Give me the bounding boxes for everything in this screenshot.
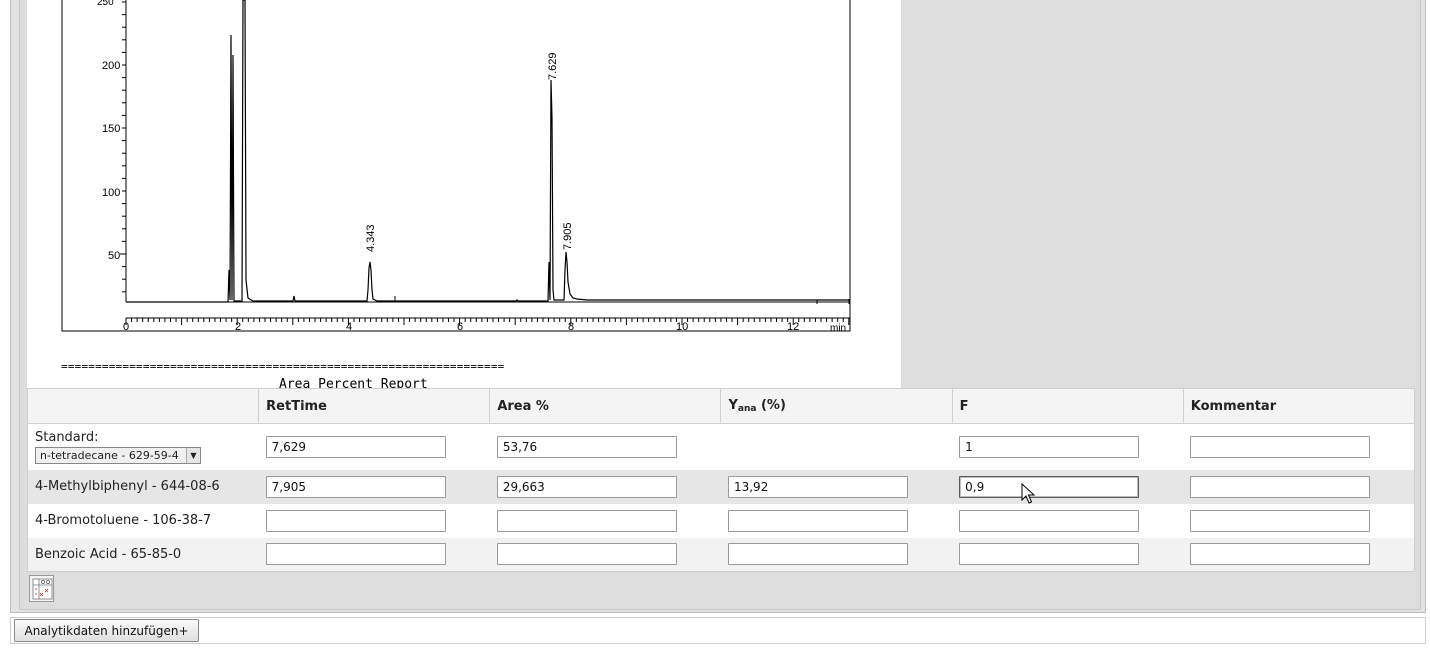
peak-label: 7.905: [562, 222, 574, 250]
cell-area: [489, 503, 721, 538]
cell-rettime: [258, 537, 490, 572]
chevron-down-icon[interactable]: ▼: [186, 447, 200, 463]
peak-label: 4.343: [365, 224, 377, 252]
standard-label: Standard:: [35, 429, 99, 445]
cell-f: [952, 537, 1184, 572]
mouse-pointer-icon: [1021, 483, 1035, 504]
kommentar-input[interactable]: [1190, 509, 1371, 532]
cell-kommentar: [1183, 503, 1415, 538]
area-input[interactable]: [496, 509, 677, 532]
cell-yana: [720, 537, 953, 572]
yana-input[interactable]: [727, 543, 908, 566]
f-input[interactable]: [959, 435, 1140, 458]
table-row: 4-Bromotoluene - 106-38-7: [27, 503, 1415, 538]
report-separator: ========================================…: [61, 360, 505, 373]
bottom-bar: [10, 617, 1426, 644]
header-area: Area %: [489, 388, 721, 424]
header-rettime: RetTime: [258, 388, 490, 424]
header-yana: Yana (%): [720, 388, 953, 424]
standard-select-value: n-tetradecane - 629-59-4: [40, 448, 179, 462]
kommentar-input[interactable]: [1190, 543, 1371, 566]
compound-name: Benzoic Acid - 65-85-0: [27, 537, 259, 572]
y-tick-label: 250: [97, 0, 114, 8]
header-compound: [27, 388, 259, 424]
area-input[interactable]: [496, 543, 677, 566]
cell-f: [952, 503, 1184, 538]
yana-input[interactable]: [727, 475, 908, 498]
table-header-row: RetTime Area % Yana (%) F Kommentar: [27, 388, 1415, 424]
kommentar-input[interactable]: [1190, 475, 1371, 498]
chromatogram-panel: 250 200 150 100 50 0 2 4 6 8 10 12 min 4…: [27, 0, 901, 389]
x-tick-label: 8: [568, 321, 574, 333]
cell-kommentar: [1183, 423, 1415, 470]
cell-kommentar: [1183, 469, 1415, 504]
area-input[interactable]: [496, 435, 677, 458]
y-tick-label: 50: [108, 250, 120, 262]
table-row: 4-Methylbiphenyl - 644-08-6: [27, 469, 1415, 504]
kommentar-input[interactable]: [1190, 435, 1371, 458]
y-tick-group: [120, 1, 126, 293]
table-row-standard: Standard: n-tetradecane - 629-59-4 ▼: [27, 423, 1415, 470]
x-tick-label: 2: [235, 321, 241, 333]
area-input[interactable]: [496, 475, 677, 498]
x-tick-label: 0: [123, 321, 129, 333]
cell-rettime: [258, 503, 490, 538]
x-tick-label: 6: [457, 321, 463, 333]
f-input[interactable]: [959, 509, 1140, 532]
header-f: F: [951, 388, 1184, 424]
table-settings-icon[interactable]: [29, 575, 54, 602]
add-analytics-button[interactable]: Analytikdaten hinzufügen+: [14, 619, 199, 642]
cell-yana-empty: [720, 423, 953, 470]
cell-rettime: [258, 469, 490, 504]
f-input[interactable]: [959, 543, 1140, 566]
yana-sub: ana: [737, 404, 757, 414]
x-unit-label: min: [830, 323, 846, 334]
rettime-input[interactable]: [265, 435, 446, 458]
standard-select[interactable]: n-tetradecane - 629-59-4 ▼: [35, 446, 201, 464]
chromatogram-plot: 250 200 150 100 50 0 2 4 6 8 10 12 min 4…: [61, 0, 851, 334]
y-tick-label: 100: [102, 187, 120, 199]
x-tick-label: 4: [346, 321, 352, 333]
yana-main: Y: [728, 398, 738, 413]
rettime-input[interactable]: [265, 509, 446, 532]
x-tick-label: 10: [676, 321, 688, 333]
rettime-input[interactable]: [265, 475, 446, 498]
chromatogram-trace: [126, 0, 850, 303]
yana-input[interactable]: [727, 509, 908, 532]
x-tick-label: 12: [787, 321, 799, 333]
header-kommentar: Kommentar: [1182, 388, 1415, 424]
analytics-table: RetTime Area % Yana (%) F Kommentar Stan…: [27, 388, 1415, 572]
y-tick-label: 150: [102, 123, 120, 135]
cell-f: [952, 469, 1184, 504]
cell-rettime: [258, 423, 490, 470]
cell-yana: [720, 469, 953, 504]
standard-cell: Standard: n-tetradecane - 629-59-4 ▼: [27, 423, 259, 470]
cell-area: [489, 537, 721, 572]
compound-name: 4-Bromotoluene - 106-38-7: [27, 503, 259, 538]
table-row: Benzoic Acid - 65-85-0: [27, 537, 1415, 572]
cell-f: [952, 423, 1184, 470]
cell-area: [489, 423, 721, 470]
rettime-input[interactable]: [265, 543, 446, 566]
plot-frame: [61, 0, 851, 332]
yana-unit: (%): [756, 398, 786, 413]
peak-label: 7.629: [547, 52, 559, 80]
compound-name: 4-Methylbiphenyl - 644-08-6: [27, 469, 259, 504]
y-tick-label: 200: [102, 60, 120, 72]
cell-yana: [720, 503, 953, 538]
cell-area: [489, 469, 721, 504]
cell-kommentar: [1183, 537, 1415, 572]
f-input[interactable]: [959, 475, 1140, 498]
